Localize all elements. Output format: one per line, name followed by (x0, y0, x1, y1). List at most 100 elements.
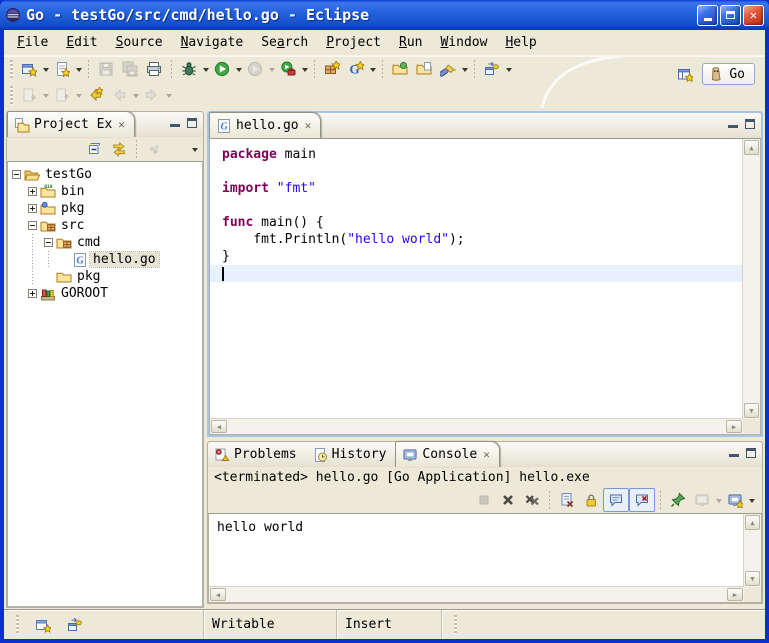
toolbar-grip[interactable] (10, 60, 13, 79)
go-launch-dropdown-icon[interactable] (504, 58, 513, 80)
minimize-view-icon[interactable] (170, 120, 180, 127)
scroll-right-icon[interactable]: ▶ (726, 420, 742, 433)
go-launch-button[interactable] (480, 58, 504, 80)
debug-button[interactable] (177, 58, 201, 80)
next-annotation-button[interactable] (17, 84, 41, 106)
remove-launch-button[interactable] (496, 489, 520, 511)
console-hscrollbar[interactable]: ◀ ▶ (209, 586, 744, 602)
tree-expander-icon[interactable] (8, 166, 24, 183)
terminate-button[interactable] (472, 489, 496, 511)
menu-run[interactable]: Run (390, 33, 431, 52)
console-view-tab-history[interactable]: History (306, 442, 396, 467)
scroll-down-icon[interactable]: ▼ (745, 571, 760, 586)
tree-item-pkg[interactable]: pkg (8, 268, 202, 285)
search-button[interactable] (436, 58, 460, 80)
run-dropdown-icon[interactable] (234, 58, 243, 80)
go-perspective-button[interactable]: Go (702, 63, 755, 85)
editor-tab-hello-go[interactable]: G hello.go ✕ (209, 112, 321, 138)
forward-button[interactable] (140, 84, 164, 106)
tree-item-hello-go[interactable]: Ghello.go (8, 251, 202, 268)
open-console-dropdown-icon[interactable] (747, 489, 756, 511)
console-view-tab-problems[interactable]: Problems (208, 442, 306, 467)
print-button[interactable] (142, 58, 166, 80)
external-tools-dropdown-icon[interactable] (300, 58, 309, 80)
menu-window[interactable]: Window (431, 33, 496, 52)
next-annotation-dropdown-icon[interactable] (41, 84, 50, 106)
save-all-button[interactable] (118, 58, 142, 80)
tree-expander-icon[interactable] (24, 285, 40, 302)
profile-button[interactable] (243, 58, 267, 80)
console-output[interactable]: hello world (209, 514, 744, 587)
trim-grip[interactable] (454, 615, 457, 634)
show-fast-view-button[interactable] (31, 614, 55, 636)
scroll-up-icon[interactable]: ▲ (744, 140, 759, 155)
back-button[interactable] (107, 84, 131, 106)
tree-item-testgo[interactable]: testGo (8, 166, 202, 183)
display-selected-console-button[interactable] (690, 489, 714, 511)
debug-dropdown-icon[interactable] (201, 58, 210, 80)
scroll-lock-button[interactable] (579, 489, 603, 511)
new-go-package-button[interactable] (320, 58, 344, 80)
menu-file[interactable]: File (8, 33, 57, 52)
title-bar[interactable]: Go - testGo/src/cmd/hello.go - Eclipse ✕ (0, 0, 769, 30)
trim-grip[interactable] (16, 615, 19, 634)
tree-item-cmd[interactable]: cmd (8, 234, 202, 251)
forward-dropdown-icon[interactable] (164, 84, 173, 106)
previous-annotation-dropdown-icon[interactable] (74, 84, 83, 106)
editor-vscrollbar[interactable]: ▲ ▼ (742, 139, 760, 419)
menu-edit[interactable]: Edit (57, 33, 106, 52)
scroll-up-icon[interactable]: ▲ (745, 515, 760, 530)
customize-view-button[interactable] (142, 138, 166, 160)
profile-dropdown-icon[interactable] (267, 58, 276, 80)
new-element-button[interactable] (50, 58, 74, 80)
menu-search[interactable]: Search (252, 33, 317, 52)
maximize-editor-icon[interactable] (745, 119, 755, 129)
display-selected-console-dropdown-icon[interactable] (714, 489, 723, 511)
editor-hscrollbar[interactable]: ◀ ▶ (210, 418, 743, 434)
minimize-button[interactable] (697, 5, 718, 26)
maximize-view-icon[interactable] (187, 118, 197, 128)
view-menu-button[interactable] (166, 138, 190, 160)
last-edit-location-button[interactable] (83, 84, 107, 106)
external-tools-button[interactable] (276, 58, 300, 80)
menu-project[interactable]: Project (317, 33, 390, 52)
maximize-button[interactable] (720, 5, 741, 26)
close-view-icon[interactable]: ✕ (483, 448, 490, 461)
scroll-right-icon[interactable]: ▶ (727, 588, 743, 601)
run-button[interactable] (210, 58, 234, 80)
clear-console-button[interactable] (555, 489, 579, 511)
close-view-icon[interactable]: ✕ (118, 118, 125, 131)
save-button[interactable] (94, 58, 118, 80)
new-wizard-button[interactable] (17, 58, 41, 80)
new-go-file-button[interactable]: G (344, 58, 368, 80)
menu-help[interactable]: Help (496, 33, 545, 52)
previous-annotation-button[interactable] (50, 84, 74, 106)
new-go-file-dropdown-icon[interactable] (368, 58, 377, 80)
scroll-left-icon[interactable]: ◀ (211, 420, 227, 433)
project-explorer-tab[interactable]: Project Ex ✕ (7, 111, 135, 137)
open-perspective-button[interactable] (673, 63, 697, 85)
tree-expander-icon[interactable] (24, 200, 40, 217)
tree-expander-icon[interactable] (24, 217, 40, 234)
show-stdout-when-changed-button[interactable] (603, 488, 629, 512)
maximize-console-icon[interactable] (746, 448, 756, 458)
show-stderr-when-changed-button[interactable] (629, 488, 655, 512)
console-vscrollbar[interactable]: ▲ ▼ (743, 514, 761, 587)
tree-item-goroot[interactable]: GOROOT (8, 285, 202, 302)
tree-item-bin[interactable]: 010bin (8, 183, 202, 200)
project-tree[interactable]: testGo010binpkgsrccmdGhello.gopkgGOROOT (8, 162, 202, 606)
open-element-button[interactable] (388, 58, 412, 80)
menu-navigate[interactable]: Navigate (172, 33, 253, 52)
minimize-console-icon[interactable] (729, 450, 739, 457)
link-with-editor-button[interactable] (107, 138, 131, 160)
tree-item-src[interactable]: src (8, 217, 202, 234)
console-view-tab-console[interactable]: Console✕ (395, 441, 499, 467)
close-button[interactable]: ✕ (743, 5, 764, 26)
open-resource-button[interactable] (412, 58, 436, 80)
remove-all-terminated-button[interactable] (520, 489, 544, 511)
tree-expander-icon[interactable] (40, 234, 56, 251)
code-editor[interactable]: package mainimport "fmt"func main() { fm… (210, 139, 743, 419)
tree-item-pkg[interactable]: pkg (8, 200, 202, 217)
view-menu-dropdown-icon[interactable] (190, 138, 199, 160)
minimize-editor-icon[interactable] (728, 121, 738, 128)
